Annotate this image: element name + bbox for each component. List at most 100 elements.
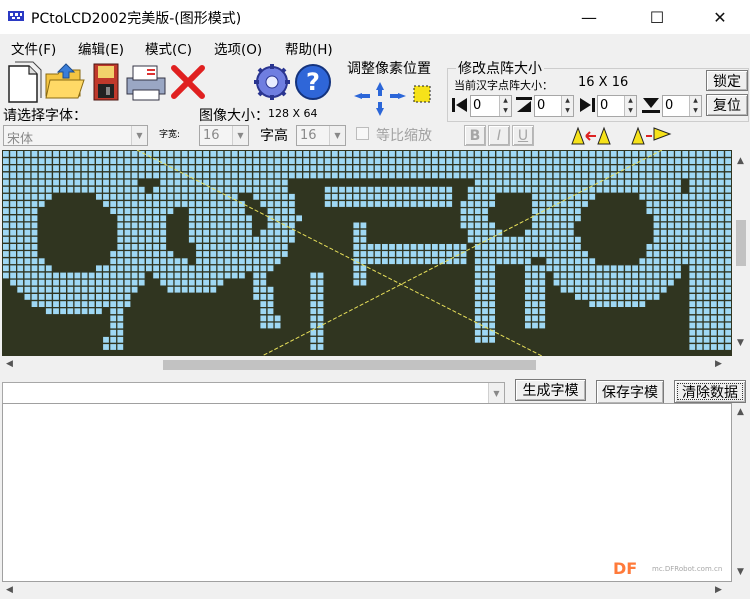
- lit-pixel[interactable]: [246, 244, 252, 250]
- lit-pixel[interactable]: [582, 151, 588, 157]
- lit-pixel[interactable]: [489, 193, 495, 200]
- lit-pixel[interactable]: [281, 165, 288, 172]
- lit-pixel[interactable]: [346, 151, 352, 157]
- lit-pixel[interactable]: [646, 208, 653, 214]
- chevron-down-icon[interactable]: ▼: [488, 383, 504, 403]
- lit-pixel[interactable]: [589, 301, 596, 307]
- lit-pixel[interactable]: [689, 265, 696, 272]
- lcd-pixel-grid[interactable]: [2, 150, 732, 356]
- lit-pixel[interactable]: [553, 236, 560, 243]
- lit-pixel[interactable]: [196, 215, 202, 222]
- lit-pixel[interactable]: [224, 165, 231, 172]
- lit-pixel[interactable]: [31, 151, 38, 157]
- lit-pixel[interactable]: [103, 294, 109, 300]
- lit-pixel[interactable]: [110, 344, 117, 350]
- lit-pixel[interactable]: [317, 272, 324, 279]
- lit-pixel[interactable]: [410, 258, 417, 265]
- lit-pixel[interactable]: [67, 151, 74, 157]
- lit-pixel[interactable]: [260, 172, 267, 179]
- lit-pixel[interactable]: [124, 201, 131, 207]
- lit-pixel[interactable]: [510, 186, 517, 193]
- lit-pixel[interactable]: [217, 244, 224, 250]
- lit-pixel[interactable]: [10, 222, 16, 229]
- lit-pixel[interactable]: [532, 308, 538, 315]
- lit-pixel[interactable]: [45, 186, 52, 193]
- lit-pixel[interactable]: [689, 329, 696, 336]
- lit-pixel[interactable]: [260, 193, 267, 200]
- lit-pixel[interactable]: [24, 272, 31, 279]
- lit-pixel[interactable]: [17, 186, 24, 193]
- lit-pixel[interactable]: [160, 236, 167, 243]
- lit-pixel[interactable]: [153, 251, 159, 257]
- lit-pixel[interactable]: [124, 179, 131, 186]
- lit-pixel[interactable]: [117, 344, 124, 350]
- lit-pixel[interactable]: [589, 258, 596, 265]
- lit-pixel[interactable]: [96, 301, 102, 307]
- lit-pixel[interactable]: [210, 258, 217, 265]
- lit-pixel[interactable]: [310, 308, 317, 315]
- lit-pixel[interactable]: [24, 229, 31, 236]
- lit-pixel[interactable]: [389, 158, 395, 164]
- lit-pixel[interactable]: [117, 315, 124, 322]
- lit-pixel[interactable]: [668, 229, 674, 236]
- lit-pixel[interactable]: [703, 151, 710, 157]
- lit-pixel[interactable]: [596, 151, 603, 157]
- lit-pixel[interactable]: [181, 201, 188, 207]
- lit-pixel[interactable]: [88, 179, 95, 186]
- lit-pixel[interactable]: [131, 158, 138, 164]
- lit-pixel[interactable]: [153, 215, 159, 222]
- lit-pixel[interactable]: [160, 265, 167, 272]
- lit-pixel[interactable]: [110, 322, 117, 329]
- lit-pixel[interactable]: [253, 286, 260, 293]
- lit-pixel[interactable]: [210, 279, 217, 286]
- lit-pixel[interactable]: [489, 222, 495, 229]
- lit-pixel[interactable]: [188, 193, 195, 200]
- lit-pixel[interactable]: [67, 279, 74, 286]
- lit-pixel[interactable]: [553, 215, 560, 222]
- lit-pixel[interactable]: [10, 208, 16, 214]
- lit-pixel[interactable]: [31, 172, 38, 179]
- lit-pixel[interactable]: [689, 308, 696, 315]
- lit-pixel[interactable]: [725, 279, 731, 286]
- lit-pixel[interactable]: [360, 165, 367, 172]
- lit-pixel[interactable]: [239, 172, 245, 179]
- lit-pixel[interactable]: [389, 251, 395, 257]
- lit-pixel[interactable]: [432, 158, 438, 164]
- lit-pixel[interactable]: [496, 258, 503, 265]
- lit-pixel[interactable]: [60, 279, 66, 286]
- lit-pixel[interactable]: [603, 301, 610, 307]
- lit-pixel[interactable]: [474, 165, 481, 172]
- lit-pixel[interactable]: [31, 222, 38, 229]
- lit-pixel[interactable]: [160, 258, 167, 265]
- lit-pixel[interactable]: [239, 158, 245, 164]
- lit-pixel[interactable]: [10, 201, 16, 207]
- lit-pixel[interactable]: [196, 208, 202, 214]
- lit-pixel[interactable]: [81, 179, 88, 186]
- lit-pixel[interactable]: [546, 172, 553, 179]
- lit-pixel[interactable]: [703, 322, 710, 329]
- char-width-select[interactable]: 16 ▼: [199, 125, 249, 146]
- lit-pixel[interactable]: [24, 151, 31, 157]
- lit-pixel[interactable]: [96, 151, 102, 157]
- lit-pixel[interactable]: [474, 151, 481, 157]
- lit-pixel[interactable]: [260, 244, 267, 250]
- lit-pixel[interactable]: [696, 215, 703, 222]
- lock-button[interactable]: 锁定: [706, 70, 748, 91]
- lit-pixel[interactable]: [725, 222, 731, 229]
- lit-pixel[interactable]: [660, 258, 667, 265]
- lit-pixel[interactable]: [510, 251, 517, 257]
- lit-pixel[interactable]: [181, 186, 188, 193]
- lit-pixel[interactable]: [453, 244, 460, 250]
- lit-pixel[interactable]: [639, 265, 646, 272]
- lit-pixel[interactable]: [546, 165, 553, 172]
- lit-pixel[interactable]: [31, 301, 38, 307]
- lit-pixel[interactable]: [317, 279, 324, 286]
- lit-pixel[interactable]: [274, 244, 281, 250]
- lit-pixel[interactable]: [367, 151, 374, 157]
- lit-pixel[interactable]: [718, 315, 724, 322]
- lit-pixel[interactable]: [374, 186, 381, 193]
- lit-pixel[interactable]: [424, 244, 431, 250]
- lit-pixel[interactable]: [682, 229, 689, 236]
- lit-pixel[interactable]: [267, 193, 274, 200]
- lit-pixel[interactable]: [482, 229, 488, 236]
